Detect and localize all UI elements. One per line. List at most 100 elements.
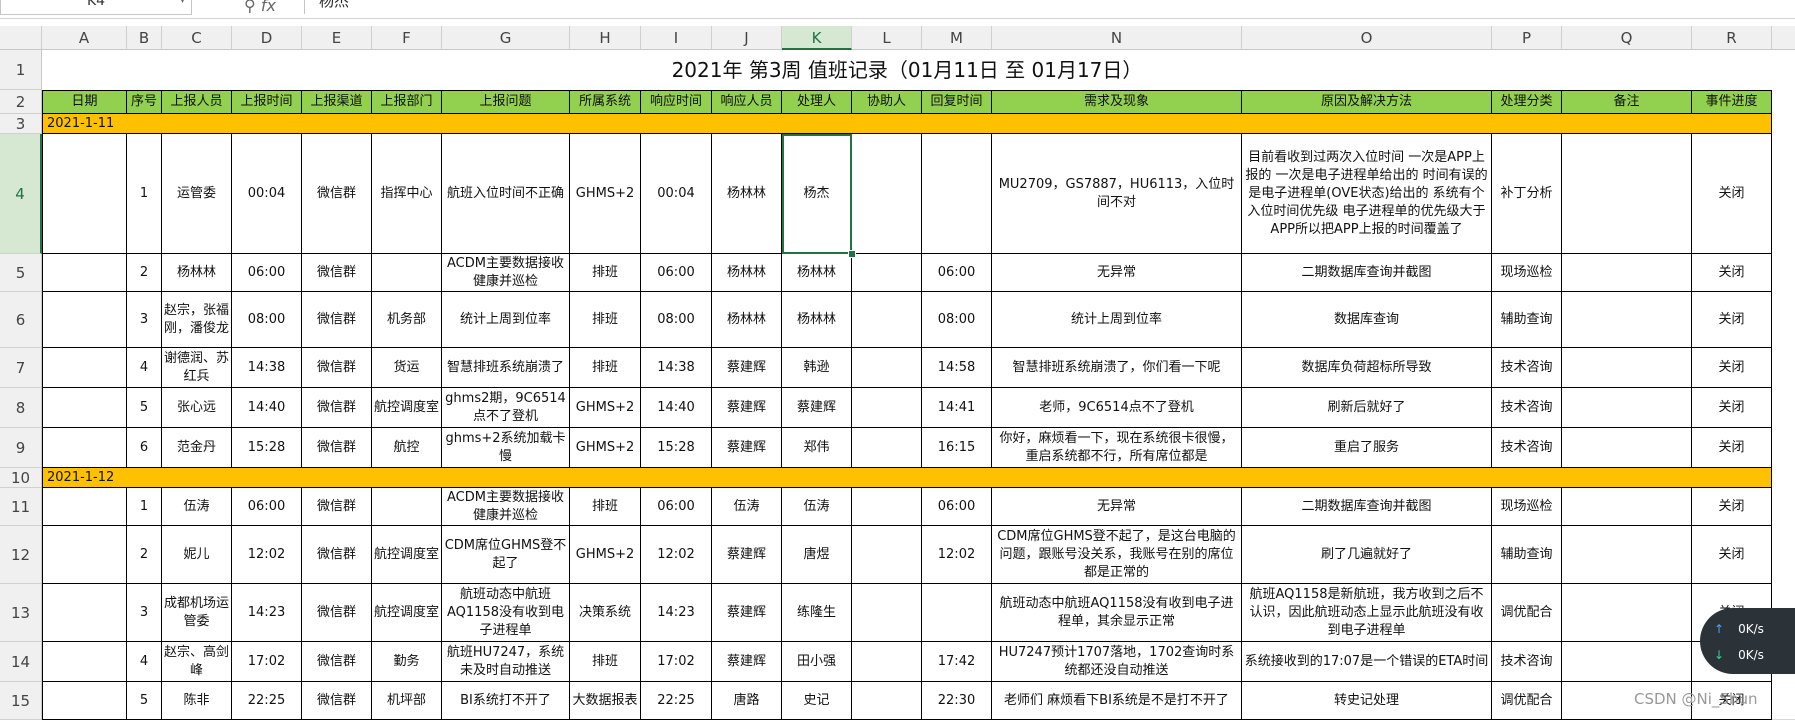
table-cell[interactable] xyxy=(42,682,127,720)
table-cell[interactable]: 智慧排班系统崩溃了 xyxy=(442,348,570,388)
table-cell[interactable]: 蔡建辉 xyxy=(782,388,852,428)
table-cell[interactable] xyxy=(372,488,442,526)
table-cell[interactable]: 微信群 xyxy=(302,488,372,526)
table-cell[interactable]: 重启了服务 xyxy=(1242,428,1492,468)
table-cell[interactable] xyxy=(922,584,992,642)
table-cell[interactable]: 成都机场运管委 xyxy=(162,584,232,642)
table-cell[interactable]: ACDM主要数据接收健康并巡检 xyxy=(442,488,570,526)
table-cell[interactable]: 00:04 xyxy=(232,134,302,254)
table-cell[interactable] xyxy=(42,428,127,468)
row-header-9[interactable]: 9 xyxy=(0,428,42,468)
row-header-12[interactable]: 12 xyxy=(0,526,42,584)
table-cell[interactable]: ghms+2系统加载卡慢 xyxy=(442,428,570,468)
table-cell[interactable] xyxy=(852,388,922,428)
table-cell[interactable]: 数据库负荷超标所导致 xyxy=(1242,348,1492,388)
table-cell[interactable] xyxy=(852,348,922,388)
table-cell[interactable]: 技术咨询 xyxy=(1492,388,1562,428)
table-cell[interactable] xyxy=(852,428,922,468)
table-cell[interactable]: 技术咨询 xyxy=(1492,348,1562,388)
table-cell[interactable]: 刷新后就好了 xyxy=(1242,388,1492,428)
table-cell[interactable]: 史记 xyxy=(782,682,852,720)
table-cell[interactable]: 3 xyxy=(127,584,162,642)
table-cell[interactable]: 15:28 xyxy=(232,428,302,468)
table-cell[interactable]: 06:00 xyxy=(922,488,992,526)
table-cell[interactable]: 排班 xyxy=(570,254,641,292)
table-cell[interactable]: 微信群 xyxy=(302,526,372,584)
table-cell[interactable] xyxy=(42,388,127,428)
table-cell[interactable]: 3 xyxy=(127,292,162,348)
table-cell[interactable]: BI系统打不开了 xyxy=(442,682,570,720)
table-cell[interactable]: 06:00 xyxy=(232,254,302,292)
table-cell[interactable]: 韩逊 xyxy=(782,348,852,388)
table-cell[interactable]: 06:00 xyxy=(641,488,712,526)
table-cell[interactable]: 运管委 xyxy=(162,134,232,254)
table-cell[interactable]: 老师，9C6514点不了登机 xyxy=(992,388,1242,428)
table-cell[interactable]: 唐路 xyxy=(712,682,782,720)
table-cell[interactable]: CDM席位GHMS登不起了，是这台电脑的问题，跟账号没关系，我账号在别的席位都是… xyxy=(992,526,1242,584)
table-cell[interactable]: 排班 xyxy=(570,348,641,388)
table-cell[interactable]: ghms2期，9C6514点不了登机 xyxy=(442,388,570,428)
table-cell[interactable] xyxy=(852,584,922,642)
table-cell[interactable]: 杨杰 xyxy=(782,134,852,254)
table-cell[interactable]: 航班动态中航班AQ1158没有收到电子进程单 xyxy=(442,584,570,642)
table-cell[interactable] xyxy=(852,488,922,526)
table-cell[interactable]: 机坪部 xyxy=(372,682,442,720)
table-cell[interactable]: GHMS+2 xyxy=(570,134,641,254)
table-cell[interactable]: 14:38 xyxy=(232,348,302,388)
table-cell[interactable]: 二期数据库查询并截图 xyxy=(1242,488,1492,526)
table-cell[interactable]: GHMS+2 xyxy=(570,526,641,584)
table-cell[interactable] xyxy=(1562,292,1692,348)
row-header-13[interactable]: 13 xyxy=(0,584,42,642)
table-cell[interactable]: 你好，麻烦看一下，现在系统很卡很慢，重启系统都不行，所有席位都是 xyxy=(992,428,1242,468)
table-cell[interactable]: 00:04 xyxy=(641,134,712,254)
row-header-2[interactable]: 2 xyxy=(0,90,42,114)
column-header-Q[interactable]: Q xyxy=(1562,26,1692,50)
table-cell[interactable]: 微信群 xyxy=(302,254,372,292)
table-cell[interactable]: 关闭 xyxy=(1692,254,1772,292)
table-cell[interactable]: 关闭 xyxy=(1692,488,1772,526)
table-cell[interactable]: 机务部 xyxy=(372,292,442,348)
row-header-1[interactable]: 1 xyxy=(0,50,42,90)
table-cell[interactable]: 08:00 xyxy=(232,292,302,348)
table-cell[interactable]: 12:02 xyxy=(232,526,302,584)
table-cell[interactable]: 1 xyxy=(127,134,162,254)
table-cell[interactable]: 辅助查询 xyxy=(1492,292,1562,348)
table-cell[interactable]: 2 xyxy=(127,526,162,584)
table-cell[interactable]: 航班动态中航班AQ1158没有收到电子进程单，其余显示正常 xyxy=(992,584,1242,642)
table-cell[interactable]: 1 xyxy=(127,488,162,526)
column-header-R[interactable]: R xyxy=(1692,26,1772,50)
table-cell[interactable]: 航班入位时间不正确 xyxy=(442,134,570,254)
table-cell[interactable]: 16:15 xyxy=(922,428,992,468)
column-header-I[interactable]: I xyxy=(641,26,712,50)
date-group-row[interactable]: 2021-1-12 xyxy=(42,468,1772,488)
table-cell[interactable]: 赵宗，张福刚，潘俊龙 xyxy=(162,292,232,348)
table-cell[interactable]: 航控调度室 xyxy=(372,584,442,642)
table-cell[interactable] xyxy=(1562,526,1692,584)
table-cell[interactable]: 统计上周到位率 xyxy=(442,292,570,348)
chevron-down-icon[interactable]: ▾ xyxy=(180,0,185,8)
row-header-8[interactable]: 8 xyxy=(0,388,42,428)
table-cell[interactable]: 14:58 xyxy=(922,348,992,388)
table-cell[interactable]: MU2709，GS7887，HU6113，入位时间不对 xyxy=(992,134,1242,254)
table-cell[interactable] xyxy=(1562,584,1692,642)
table-cell[interactable]: 勤务 xyxy=(372,642,442,682)
table-cell[interactable] xyxy=(1562,488,1692,526)
table-cell[interactable]: 航班AQ1158是新航班，我方收到之后不认识，因此航班动态上显示此航班没有收到电… xyxy=(1242,584,1492,642)
column-header-N[interactable]: N xyxy=(992,26,1242,50)
table-cell[interactable]: 妮儿 xyxy=(162,526,232,584)
table-cell[interactable]: 微信群 xyxy=(302,134,372,254)
table-cell[interactable]: 关闭 xyxy=(1692,428,1772,468)
table-cell[interactable]: GHMS+2 xyxy=(570,388,641,428)
row-header-5[interactable]: 5 xyxy=(0,254,42,292)
table-cell[interactable]: 微信群 xyxy=(302,642,372,682)
table-cell[interactable]: ACDM主要数据接收健康并巡检 xyxy=(442,254,570,292)
column-header-L[interactable]: L xyxy=(852,26,922,50)
column-header-G[interactable]: G xyxy=(442,26,570,50)
table-cell[interactable]: 智慧排班系统崩溃了，你们看一下呢 xyxy=(992,348,1242,388)
table-cell[interactable] xyxy=(42,134,127,254)
column-header-B[interactable]: B xyxy=(127,26,162,50)
table-cell[interactable]: 练隆生 xyxy=(782,584,852,642)
table-cell[interactable]: 蔡建辉 xyxy=(712,428,782,468)
table-cell[interactable]: 杨林林 xyxy=(782,292,852,348)
row-header-11[interactable]: 11 xyxy=(0,488,42,526)
